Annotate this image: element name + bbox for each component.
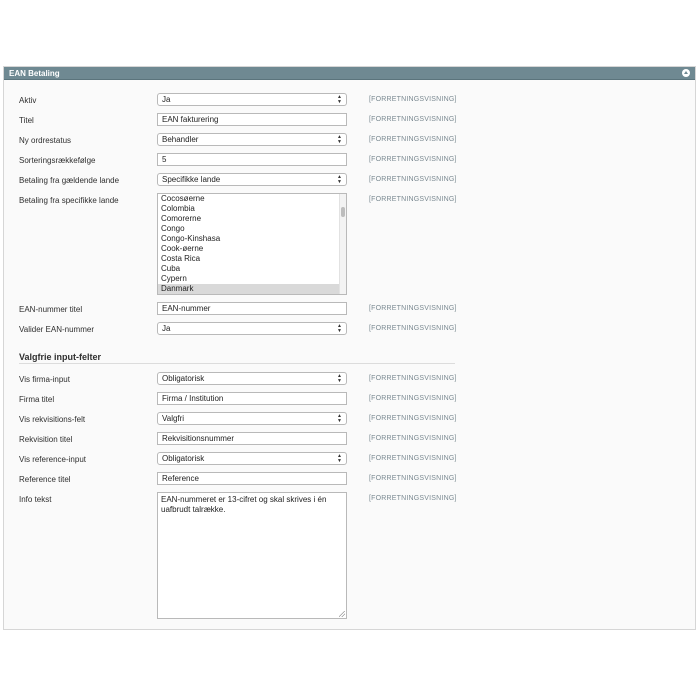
country-option[interactable]: Cypern: [158, 274, 340, 284]
row-aktiv: Aktiv Ja ▲ ▼ [FORRETNINGSVISNING]: [4, 93, 695, 107]
betaling-specifikke-label: Betaling fra specifikke lande: [19, 196, 119, 205]
country-option[interactable]: Cook-øerne: [158, 244, 340, 254]
betaling-gaeldende-label: Betaling fra gældende lande: [19, 176, 120, 185]
titel-input[interactable]: EAN fakturering: [157, 113, 347, 126]
vis-firma-label: Vis firma-input: [19, 375, 70, 384]
country-option[interactable]: Cocosøerne: [158, 194, 340, 204]
vis-rekvisition-select[interactable]: Valgfri ▲ ▼: [157, 412, 347, 425]
select-arrows-icon: ▲ ▼: [337, 174, 342, 185]
rekvisition-titel-label: Rekvisition titel: [19, 435, 73, 444]
section-title: EAN Betaling: [9, 69, 60, 78]
row-info-tekst: Info tekst EAN-nummeret er 13-cifret og …: [4, 492, 695, 620]
scope-label: [FORRETNINGSVISNING]: [369, 495, 457, 502]
collapse-icon[interactable]: [682, 69, 690, 77]
ean-betaling-section: EAN Betaling Aktiv Ja ▲ ▼ [FORRETNINGSVIS…: [3, 66, 696, 630]
row-reference-titel: Reference titel Reference [FORRETNINGSVI…: [4, 472, 695, 486]
row-sortering: Sorteringsrækkefølge 5 [FORRETNINGSVISNI…: [4, 153, 695, 167]
sortering-input[interactable]: 5: [157, 153, 347, 166]
scope-label: [FORRETNINGSVISNING]: [369, 136, 457, 143]
scope-label: [FORRETNINGSVISNING]: [369, 325, 457, 332]
betaling-gaeldende-value: Specifikke lande: [162, 175, 221, 184]
resize-grip-icon[interactable]: [339, 611, 345, 617]
country-option[interactable]: Colombia: [158, 204, 340, 214]
vis-firma-value: Obligatorisk: [162, 374, 205, 383]
aktiv-select-value: Ja: [162, 95, 171, 104]
scope-label: [FORRETNINGSVISNING]: [369, 156, 457, 163]
info-tekst-textarea[interactable]: EAN-nummeret er 13-cifret og skal skrive…: [157, 492, 347, 619]
scrollbar-thumb[interactable]: [341, 207, 345, 217]
vis-rekvisition-value: Valgfri: [162, 414, 185, 423]
scope-label: [FORRETNINGSVISNING]: [369, 455, 457, 462]
aktiv-select[interactable]: Ja ▲ ▼: [157, 93, 347, 106]
scope-label: [FORRETNINGSVISNING]: [369, 415, 457, 422]
row-ny-ordrestatus: Ny ordrestatus Behandler ▲ ▼ [FORRETNINGS…: [4, 133, 695, 147]
firma-titel-input[interactable]: Firma / Institution: [157, 392, 347, 405]
scope-label: [FORRETNINGSVISNING]: [369, 395, 457, 402]
info-tekst-label: Info tekst: [19, 495, 52, 504]
ny-ordrestatus-select[interactable]: Behandler ▲ ▼: [157, 133, 347, 146]
valider-ean-label: Valider EAN-nummer: [19, 325, 94, 334]
select-arrows-icon: ▲ ▼: [337, 323, 342, 334]
sortering-label: Sorteringsrækkefølge: [19, 156, 96, 165]
select-arrows-icon: ▲ ▼: [337, 373, 342, 384]
country-multiselect[interactable]: Cocosøerne Colombia Comorerne Congo Cong…: [157, 193, 347, 295]
vis-reference-label: Vis reference-input: [19, 455, 86, 464]
rekvisition-titel-input[interactable]: Rekvisitionsnummer: [157, 432, 347, 445]
optional-group-title: Valgfrie input-felter: [19, 352, 102, 362]
ean-titel-input[interactable]: EAN-nummer: [157, 302, 347, 315]
reference-titel-input[interactable]: Reference: [157, 472, 347, 485]
row-vis-rekvisition: Vis rekvisitions-felt Valgfri ▲ ▼ [FORRET…: [4, 412, 695, 426]
row-vis-firma: Vis firma-input Obligatorisk ▲ ▼ [FORRETN…: [4, 372, 695, 386]
country-option[interactable]: Comorerne: [158, 214, 340, 224]
country-option[interactable]: Costa Rica: [158, 254, 340, 264]
scope-label: [FORRETNINGSVISNING]: [369, 96, 457, 103]
row-betaling-specifikke: Betaling fra specifikke lande Cocosøerne…: [4, 193, 695, 297]
row-valider-ean: Valider EAN-nummer Ja ▲ ▼ [FORRETNINGSVIS…: [4, 322, 695, 336]
vis-reference-select[interactable]: Obligatorisk ▲ ▼: [157, 452, 347, 465]
select-arrows-icon: ▲ ▼: [337, 134, 342, 145]
row-ean-titel: EAN-nummer titel EAN-nummer [FORRETNINGS…: [4, 302, 695, 316]
scope-label: [FORRETNINGSVISNING]: [369, 176, 457, 183]
scope-label: [FORRETNINGSVISNING]: [369, 475, 457, 482]
row-titel: Titel EAN fakturering [FORRETNINGSVISNIN…: [4, 113, 695, 127]
scope-label: [FORRETNINGSVISNING]: [369, 305, 457, 312]
betaling-gaeldende-select[interactable]: Specifikke lande ▲ ▼: [157, 173, 347, 186]
ny-ordrestatus-value: Behandler: [162, 135, 199, 144]
country-option[interactable]: Congo: [158, 224, 340, 234]
vis-firma-select[interactable]: Obligatorisk ▲ ▼: [157, 372, 347, 385]
row-rekvisition-titel: Rekvisition titel Rekvisitionsnummer [FO…: [4, 432, 695, 446]
ny-ordrestatus-label: Ny ordrestatus: [19, 136, 72, 145]
scope-label: [FORRETNINGSVISNING]: [369, 375, 457, 382]
aktiv-label: Aktiv: [19, 96, 37, 105]
vis-reference-value: Obligatorisk: [162, 454, 205, 463]
select-arrows-icon: ▲ ▼: [337, 453, 342, 464]
row-betaling-gaeldende: Betaling fra gældende lande Specifikke l…: [4, 173, 695, 187]
scope-label: [FORRETNINGSVISNING]: [369, 116, 457, 123]
section-header[interactable]: EAN Betaling: [4, 67, 695, 80]
row-vis-reference: Vis reference-input Obligatorisk ▲ ▼ [FOR…: [4, 452, 695, 466]
reference-titel-label: Reference titel: [19, 475, 71, 484]
valider-ean-value: Ja: [162, 324, 171, 333]
group-divider: [19, 363, 455, 364]
country-option-selected[interactable]: Danmark: [158, 284, 340, 294]
select-arrows-icon: ▲ ▼: [337, 413, 342, 424]
row-firma-titel: Firma titel Firma / Institution [FORRETN…: [4, 392, 695, 406]
vis-rekvisition-label: Vis rekvisitions-felt: [19, 415, 86, 424]
country-option[interactable]: Cuba: [158, 264, 340, 274]
scope-label: [FORRETNINGSVISNING]: [369, 435, 457, 442]
firma-titel-label: Firma titel: [19, 395, 55, 404]
valider-ean-select[interactable]: Ja ▲ ▼: [157, 322, 347, 335]
titel-label: Titel: [19, 116, 34, 125]
country-option[interactable]: Congo-Kinshasa: [158, 234, 340, 244]
scope-label: [FORRETNINGSVISNING]: [369, 196, 457, 203]
multiselect-scrollbar[interactable]: [339, 194, 346, 294]
ean-titel-label: EAN-nummer titel: [19, 305, 83, 314]
select-arrows-icon: ▲ ▼: [337, 94, 342, 105]
info-tekst-value: EAN-nummeret er 13-cifret og skal skrive…: [161, 495, 327, 514]
